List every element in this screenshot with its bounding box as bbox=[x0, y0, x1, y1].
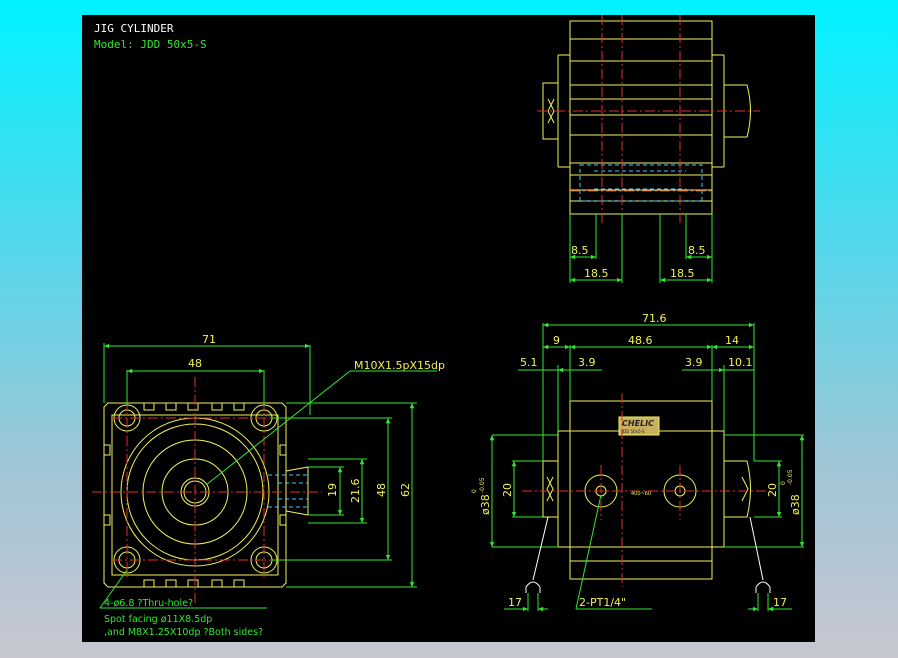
side-left-rod bbox=[542, 460, 559, 518]
dim-front-48-vertical: 48 bbox=[375, 483, 388, 497]
drawing-sheet: JIG CYLINDER Model: JDD 50x5-S 8.5 8.5 1… bbox=[82, 15, 815, 642]
tol-lower-left: -0.05 bbox=[479, 477, 486, 493]
stroke-mark: 400~60 bbox=[631, 491, 651, 497]
side-right-rod bbox=[723, 460, 751, 518]
dim-side-3-9-right: 3.9 bbox=[685, 356, 703, 369]
dim-side-48-6: 48.6 bbox=[628, 334, 653, 347]
dim-top-8-5-right: 8.5 bbox=[688, 244, 706, 257]
dim-side-dia-right: ø38 bbox=[789, 494, 802, 515]
hole-note-3: ,and M8X1.25X10dp ?Both sides? bbox=[104, 627, 263, 638]
dim-side-71-6: 71.6 bbox=[642, 312, 667, 325]
dim-side-17-left: 17 bbox=[508, 596, 522, 609]
dim-front-48: 48 bbox=[188, 357, 202, 370]
thread-callout: M10X1.5pX15dp bbox=[354, 359, 445, 372]
dim-side-20-left: 20 bbox=[501, 483, 514, 497]
dim-side-17-right: 17 bbox=[773, 596, 787, 609]
hole-note-2: Spot facing ø11X8.5dp bbox=[104, 614, 212, 625]
dim-top-18-5-left: 18.5 bbox=[584, 267, 609, 280]
dim-top-18-5-right: 18.5 bbox=[670, 267, 695, 280]
cad-drawing: 8.5 8.5 18.5 18.5 71 48 62 48 21.6 19 M1… bbox=[92, 15, 805, 638]
hole-note-1: 4-ø6.8 ?Thru-hole? bbox=[104, 598, 193, 609]
dim-side-dia-left: ø38 bbox=[479, 494, 492, 515]
dim-side-20-right: 20 bbox=[766, 483, 779, 497]
dim-side-3-9-left: 3.9 bbox=[578, 356, 596, 369]
dim-side-10-1: 10.1 bbox=[728, 356, 753, 369]
dim-front-19: 19 bbox=[326, 483, 339, 497]
dim-top-8-5-left: 8.5 bbox=[571, 244, 589, 257]
dim-side-14: 14 bbox=[725, 334, 739, 347]
dim-front-21-6: 21.6 bbox=[349, 479, 362, 504]
brand-tag: JDD 50x5-S bbox=[621, 429, 645, 434]
port-note: 2-PT1/4" bbox=[579, 596, 626, 609]
side-view: 400~60 CHELIC JDD 50x5-S 71.6 9 48.6 14 … bbox=[471, 312, 805, 612]
dim-side-5-1: 5.1 bbox=[520, 356, 538, 369]
brand-label: CHELIC bbox=[622, 419, 654, 428]
dim-side-9: 9 bbox=[553, 334, 560, 347]
tol-lower-right: -0.05 bbox=[787, 469, 794, 485]
tol-upper-left: 0 bbox=[471, 489, 478, 493]
top-view: 8.5 8.5 18.5 18.5 bbox=[537, 15, 760, 283]
dim-front-62: 62 bbox=[399, 483, 412, 497]
front-view: 71 48 62 48 21.6 19 M10X1.5pX15dp 4-ø6.8… bbox=[92, 333, 445, 638]
top-view-body bbox=[569, 20, 713, 215]
tol-upper-right: 0 bbox=[780, 481, 787, 485]
dim-front-71: 71 bbox=[202, 333, 216, 346]
